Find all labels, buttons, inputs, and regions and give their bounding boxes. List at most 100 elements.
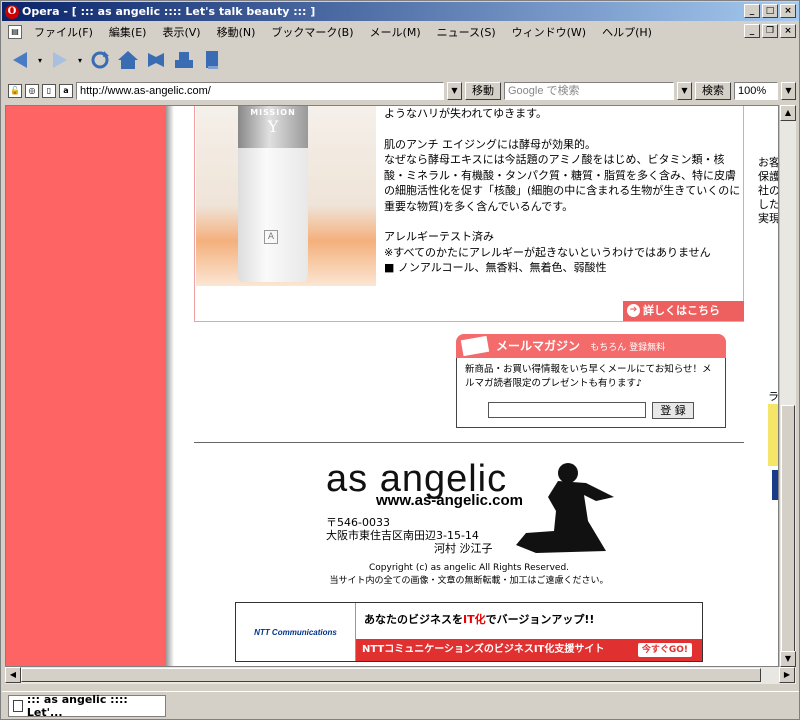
maximize-button[interactable]: □ (762, 4, 778, 18)
tab-label: ::: as angelic :::: Let'... (26, 692, 128, 719)
hscroll-thumb[interactable] (21, 668, 761, 682)
bookmark-icon (148, 53, 164, 67)
mail-magazine-text: 新商品・お買い得情報をいち早くメールにてお知らせ！メルマガ読者限定のプレゼントも… (465, 364, 712, 389)
search-field[interactable]: Google で検索 (504, 82, 674, 100)
page-viewport: MISSION Y A ようなハリが失われてゆきます。 肌のアンチ エイジングに… (5, 105, 779, 667)
column-shadow (166, 106, 174, 666)
forward-dropdown-button[interactable]: ▾ (76, 48, 84, 72)
page-tab[interactable]: ::: as angelic :::: Let'... (8, 692, 166, 719)
scroll-left-icon[interactable]: ◀ (5, 667, 21, 683)
browser-window: O Opera - [ ::: as angelic :::: Let's ta… (0, 0, 800, 720)
home-icon (118, 51, 138, 69)
menu-view[interactable]: 表示(V) (154, 24, 208, 40)
home-button[interactable] (116, 48, 140, 72)
mission-label: MISSION (250, 108, 296, 117)
document-icon: ▤ (8, 25, 22, 39)
print-icon (175, 52, 193, 68)
menu-mail[interactable]: メール(M) (362, 24, 429, 40)
go-button[interactable]: 移動 (465, 82, 501, 100)
scroll-right-icon[interactable]: ▶ (779, 667, 795, 683)
url-dropdown-icon[interactable]: ▼ (447, 82, 462, 100)
menu-window[interactable]: ウィンドウ(W) (504, 24, 594, 40)
mdi-restore-button[interactable]: ❐ (762, 24, 778, 38)
mail-magazine-title: メールマガジン (496, 339, 581, 353)
zoom-field[interactable]: 100% (734, 82, 778, 100)
menu-help[interactable]: ヘルプ(H) (594, 24, 660, 40)
scroll-up-icon[interactable]: ▲ (780, 105, 796, 121)
title-bar: O Opera - [ ::: as angelic :::: Let's ta… (2, 2, 799, 21)
menu-navigate[interactable]: 移動(N) (209, 24, 264, 40)
minimize-button[interactable]: _ (744, 4, 760, 18)
zoom-dropdown-icon[interactable]: ▼ (781, 82, 796, 100)
mail-register-button[interactable]: 登 録 (652, 402, 694, 419)
navigation-toolbar: ▾ ▾ (2, 43, 799, 77)
banner-photo (610, 603, 702, 639)
back-button[interactable] (8, 48, 32, 72)
page-icon (13, 699, 23, 712)
right-clipped-text: お客 保護 社の した 実現 (758, 156, 779, 226)
search-button[interactable]: 検索 (695, 82, 731, 100)
owner-name: 河村 沙江子 (434, 542, 493, 555)
desc-line-1: 肌のアンチ エイジングには酵母が効果的。 (384, 137, 597, 151)
security-icon[interactable]: 🔓 (8, 84, 22, 98)
banner-headline: あなたのビジネスをIT化でバージョンアップ!! (364, 611, 594, 627)
horizontal-scrollbar[interactable]: ◀ ▶ (5, 667, 796, 684)
vertical-scrollbar[interactable]: ▲ ▼ (779, 105, 796, 667)
contact-address: 〒546-0033 大阪市東住吉区南田辺3-15-14 河村 沙江子 (326, 516, 493, 555)
banner-headline-b: でバージョンアップ!! (485, 613, 595, 626)
banner-go-button[interactable]: 今すぐGO! (637, 643, 692, 657)
copyright-block: Copyright (c) as angelic All Rights Rese… (194, 562, 744, 588)
menu-file[interactable]: ファイル(F) (26, 24, 101, 40)
mail-magazine-sub: もちろん 登録無料 (590, 343, 666, 353)
image-toggle-icon[interactable]: ◎ (25, 84, 39, 98)
reload-icon (91, 51, 109, 69)
bottle-cap: MISSION Y (238, 106, 308, 148)
address-bar: 🔓 ◎ ▯ a http://www.as-angelic.com/ ▼ 移動 … (2, 79, 799, 103)
right-clipped-char: ラ (768, 390, 779, 403)
vscroll-thumb[interactable] (781, 405, 795, 655)
new-page-icon[interactable]: ▯ (42, 84, 56, 98)
details-button[interactable]: 詳しくはこちら (623, 301, 744, 321)
search-dropdown-icon[interactable]: ▼ (677, 82, 692, 100)
desc-line-4: ※すべてのかたにアレルギーが起きないというわけではありません (384, 245, 711, 259)
mail-magazine-header: メールマガジン もちろん 登録無料 (456, 334, 726, 358)
close-button[interactable]: × (780, 4, 796, 18)
url-field[interactable]: http://www.as-angelic.com/ (76, 82, 444, 100)
mail-email-input[interactable] (488, 402, 646, 418)
divider (194, 442, 744, 443)
mdi-minimize-button[interactable]: _ (744, 24, 760, 38)
banner-headline-em: IT化 (463, 613, 486, 626)
print-button[interactable] (172, 48, 196, 72)
right-clipped-line: した (758, 198, 779, 211)
right-clipped-yellow (768, 404, 778, 466)
banner-headline-a: あなたのビジネスを (364, 613, 463, 626)
scroll-down-icon[interactable]: ▼ (780, 651, 796, 667)
forward-button[interactable] (48, 48, 72, 72)
ntt-logo: NTT Communications (254, 627, 337, 637)
copyright-text: Copyright (c) as angelic All Rights Rese… (368, 563, 570, 573)
reload-button[interactable] (88, 48, 112, 72)
opera-icon: O (5, 4, 19, 19)
forward-arrow-icon (53, 52, 67, 68)
desc-line-0: ようなハリが失われてゆきます。 (384, 107, 548, 120)
menu-news[interactable]: ニュース(S) (429, 24, 504, 40)
back-dropdown-button[interactable]: ▾ (36, 48, 44, 72)
status-bar: ::: as angelic :::: Let'... (2, 691, 799, 719)
ntt-banner[interactable]: NTT Communications あなたのビジネスをIT化でバージョンアップ… (235, 602, 703, 662)
hotlist-button[interactable] (144, 48, 168, 72)
postal-code: 〒546-0033 (326, 516, 390, 529)
banner-red-strip: NTTコミュニケーションズのビジネスIT化支援サイト 今すぐGO! (356, 639, 702, 661)
window-title: Opera - [ ::: as angelic :::: Let's talk… (22, 5, 316, 18)
desc-line-3: アレルギーテスト済み (384, 230, 494, 243)
mdi-close-button[interactable]: × (780, 24, 796, 38)
right-clipped-line: お客 (758, 156, 779, 169)
back-arrow-icon (13, 52, 27, 68)
menu-bookmarks[interactable]: ブックマーク(B) (263, 24, 361, 40)
street-address: 大阪市東住吉区南田辺3-15-14 (326, 529, 479, 542)
product-description: ようなハリが失われてゆきます。 肌のアンチ エイジングには酵母が効果的。 なぜな… (384, 106, 746, 276)
menu-edit[interactable]: 編集(E) (101, 24, 155, 40)
font-icon[interactable]: a (59, 84, 73, 98)
mission-letter: Y (267, 117, 279, 136)
bottle-emblem-icon: A (264, 230, 278, 244)
page-button[interactable] (200, 48, 224, 72)
